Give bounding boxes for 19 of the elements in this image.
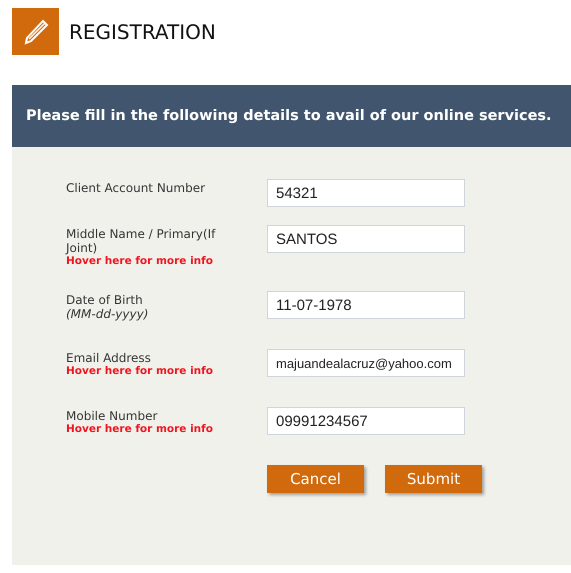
submit-button[interactable]: Submit [385, 465, 482, 493]
input-field[interactable]: majuandealacruz@yahoo.com [267, 349, 465, 377]
input-field[interactable]: 11-07-1978 [267, 291, 465, 319]
info-link[interactable]: Hover here for more info [66, 423, 267, 436]
instruction-banner: Please fill in the following details to avail of our online services. [12, 85, 571, 147]
page-title: REGISTRATION [69, 20, 216, 44]
field-label: Email Address [66, 351, 152, 365]
field-label: Client Account Number [66, 181, 206, 195]
input-field[interactable]: SANTOS [267, 225, 465, 253]
input-field[interactable]: 54321 [267, 179, 465, 207]
info-link[interactable]: Hover here for more info [66, 255, 267, 268]
field-label: Middle Name / Primary(If Joint) [66, 227, 216, 255]
pencil-icon [12, 8, 59, 55]
input-field[interactable]: 09991234567 [267, 407, 465, 435]
field-label: Mobile Number [66, 409, 158, 423]
field-label: Date of Birth [66, 293, 144, 307]
format-hint: (MM-dd-yyyy) [66, 307, 150, 321]
info-link[interactable]: Hover here for more info [66, 365, 267, 378]
cancel-button[interactable]: Cancel [267, 465, 364, 493]
